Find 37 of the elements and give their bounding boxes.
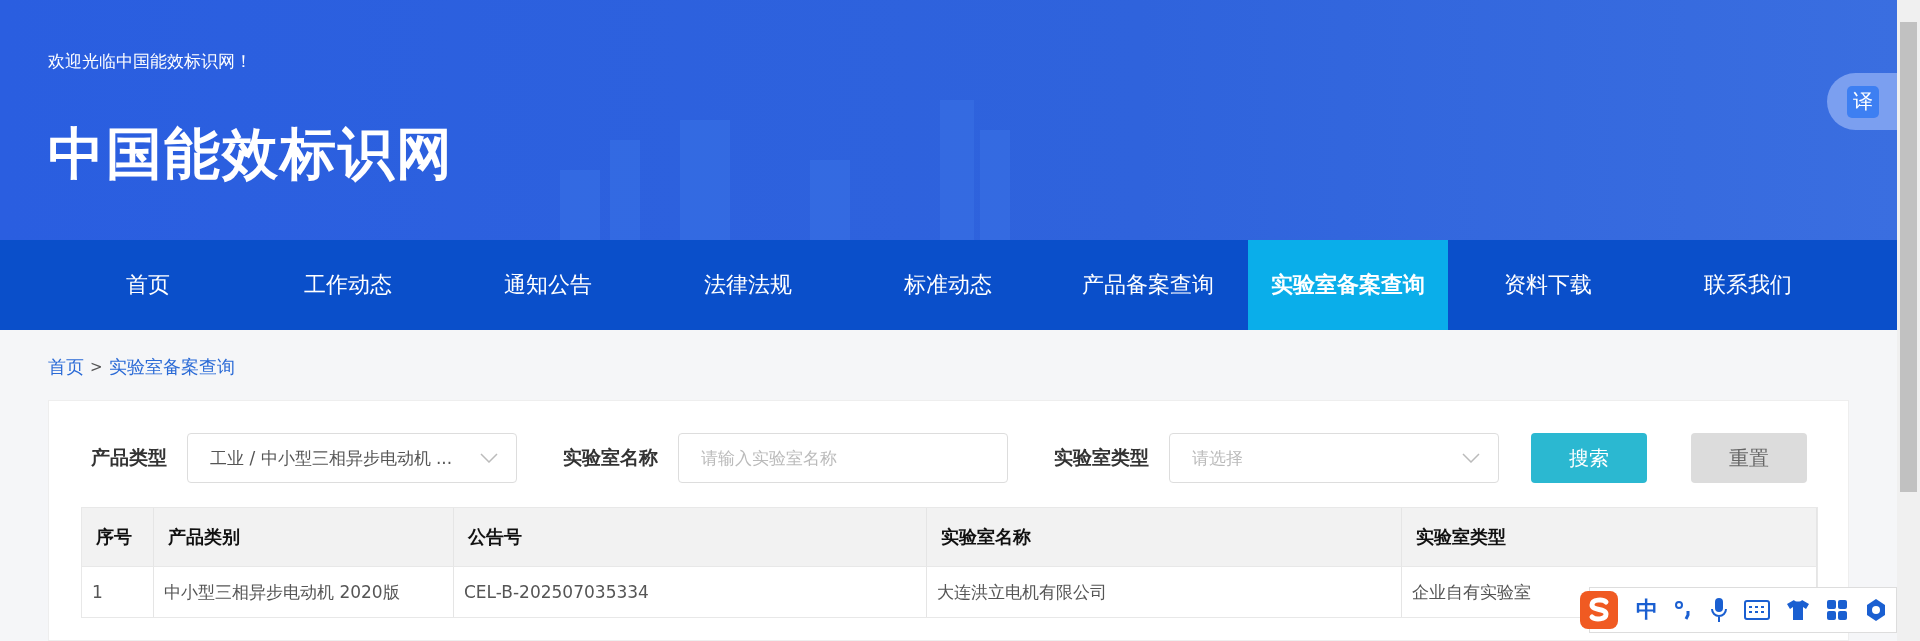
filter-label: 实验室名称 (563, 445, 658, 470)
nav-tab[interactable]: 工作动态 (248, 240, 448, 330)
grid-icon[interactable] (1826, 599, 1848, 621)
nav-tab[interactable]: 标准动态 (848, 240, 1048, 330)
column-header: 序号 (82, 508, 154, 566)
column-header: 公告号 (454, 508, 927, 566)
nav-tab[interactable]: 法律法规 (648, 240, 848, 330)
nav-tab[interactable]: 产品备案查询 (1048, 240, 1248, 330)
table-cell: CEL-B-202507035334 (454, 566, 927, 617)
nav-tab[interactable]: 首页 (48, 240, 248, 330)
translate-button[interactable]: 译 (1827, 73, 1897, 130)
column-header: 实验室类型 (1402, 508, 1817, 566)
breadcrumb-home-link[interactable]: 首页 (48, 355, 84, 379)
filter-label: 产品类型 (91, 445, 167, 470)
welcome-text: 欢迎光临中国能效标识网！ (48, 50, 253, 73)
table-cell: 1 (82, 566, 154, 617)
nav-tab[interactable]: 联系我们 (1648, 240, 1848, 330)
keyboard-icon[interactable] (1744, 600, 1770, 620)
breadcrumb-separator: > (90, 358, 103, 376)
scrollbar[interactable] (1897, 0, 1920, 641)
filter-label: 实验室类型 (1054, 445, 1149, 470)
column-header: 产品类别 (154, 508, 454, 566)
microphone-icon[interactable] (1710, 597, 1728, 623)
table-cell: 大连洪立电机有限公司 (927, 566, 1402, 617)
breadcrumb-current-link[interactable]: 实验室备案查询 (108, 355, 235, 379)
chevron-down-icon (480, 453, 498, 463)
reset-button[interactable]: 重置 (1691, 433, 1807, 483)
select-field[interactable]: 工业 / 中小型三相异步电动机 ... (187, 433, 517, 483)
input-field[interactable]: 请输入实验室名称 (678, 433, 1008, 483)
table-cell: 中小型三相异步电动机 2020版 (154, 566, 454, 617)
nav-tab[interactable]: 通知公告 (448, 240, 648, 330)
nav-tab[interactable]: 资料下载 (1448, 240, 1648, 330)
ime-logo-icon[interactable] (1578, 589, 1620, 631)
settings-icon[interactable] (1864, 598, 1888, 622)
column-header: 实验室名称 (927, 508, 1402, 566)
chevron-down-icon (1462, 453, 1480, 463)
shirt-icon[interactable] (1786, 599, 1810, 621)
